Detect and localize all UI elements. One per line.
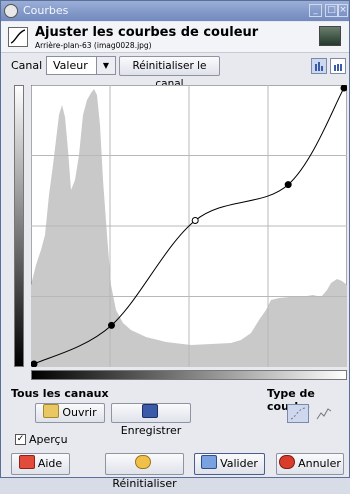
preview-label: Aperçu	[29, 433, 68, 446]
channel-value: Valeur	[53, 59, 88, 72]
curve-control-point[interactable]	[31, 360, 38, 367]
dialog-header: Ajuster les courbes de couleur Arrière-p…	[1, 22, 349, 53]
open-label: Ouvrir	[62, 406, 97, 419]
open-button[interactable]: Ouvrir	[35, 403, 105, 423]
chevron-down-icon: ▼	[96, 57, 115, 74]
validate-label: Valider	[220, 457, 258, 470]
freehand-curve-icon[interactable]	[313, 404, 335, 423]
reset-icon	[135, 455, 151, 469]
all-channels-heading: Tous les canaux	[11, 387, 109, 400]
curve-graph[interactable]	[31, 85, 347, 367]
output-gradient-bar	[14, 85, 24, 367]
help-button[interactable]: Aide	[11, 453, 70, 475]
cancel-icon	[279, 455, 296, 469]
maximize-icon[interactable]: □	[325, 4, 338, 17]
dialog-title: Ajuster les courbes de couleur	[35, 25, 259, 40]
close-icon[interactable]: ×	[338, 4, 348, 17]
ok-icon	[201, 455, 218, 469]
floppy-icon	[141, 404, 158, 418]
smooth-curve-icon[interactable]	[287, 404, 309, 423]
preview-checkbox[interactable]: ✓	[15, 434, 26, 445]
curves-tool-icon	[8, 27, 28, 47]
curves-dialog: Courbes _ □ × Ajuster les courbes de cou…	[0, 0, 350, 490]
save-label: Enregistrer	[120, 424, 182, 437]
help-icon	[18, 455, 35, 469]
curve-control-point[interactable]	[284, 181, 292, 189]
reset-button[interactable]: Réinitialiser	[105, 453, 184, 490]
curve-control-point[interactable]	[108, 321, 115, 329]
curve-control-point[interactable]	[191, 216, 199, 224]
reset-channel-button[interactable]: Réinitialiser le canal	[119, 56, 220, 90]
reset-label: Réinitialiser	[112, 477, 177, 490]
image-name: Arrière-plan-63 (imag0028.jpg)	[35, 41, 152, 50]
log-histogram-icon[interactable]	[330, 58, 346, 74]
minimize-icon[interactable]: _	[309, 4, 322, 17]
window-title: Courbes	[23, 4, 69, 17]
cancel-button[interactable]: Annuler	[276, 453, 344, 475]
save-button[interactable]: Enregistrer	[111, 403, 191, 437]
cancel-label: Annuler	[298, 457, 341, 470]
help-label: Aide	[37, 457, 63, 470]
linear-histogram-icon[interactable]	[311, 58, 327, 74]
validate-button[interactable]: Valider	[194, 453, 265, 475]
title-bar[interactable]: Courbes _ □ ×	[1, 1, 349, 21]
input-gradient-bar	[31, 370, 347, 380]
folder-icon	[43, 404, 60, 418]
channel-row: Canal : Valeur ▼ Réinitialiser le canal	[1, 54, 349, 90]
channel-label: Canal :	[11, 59, 50, 72]
channel-select[interactable]: Valeur ▼	[46, 56, 116, 75]
image-thumbnail	[319, 26, 341, 46]
curve-control-point[interactable]	[340, 85, 347, 92]
gimp-app-icon	[4, 4, 18, 18]
